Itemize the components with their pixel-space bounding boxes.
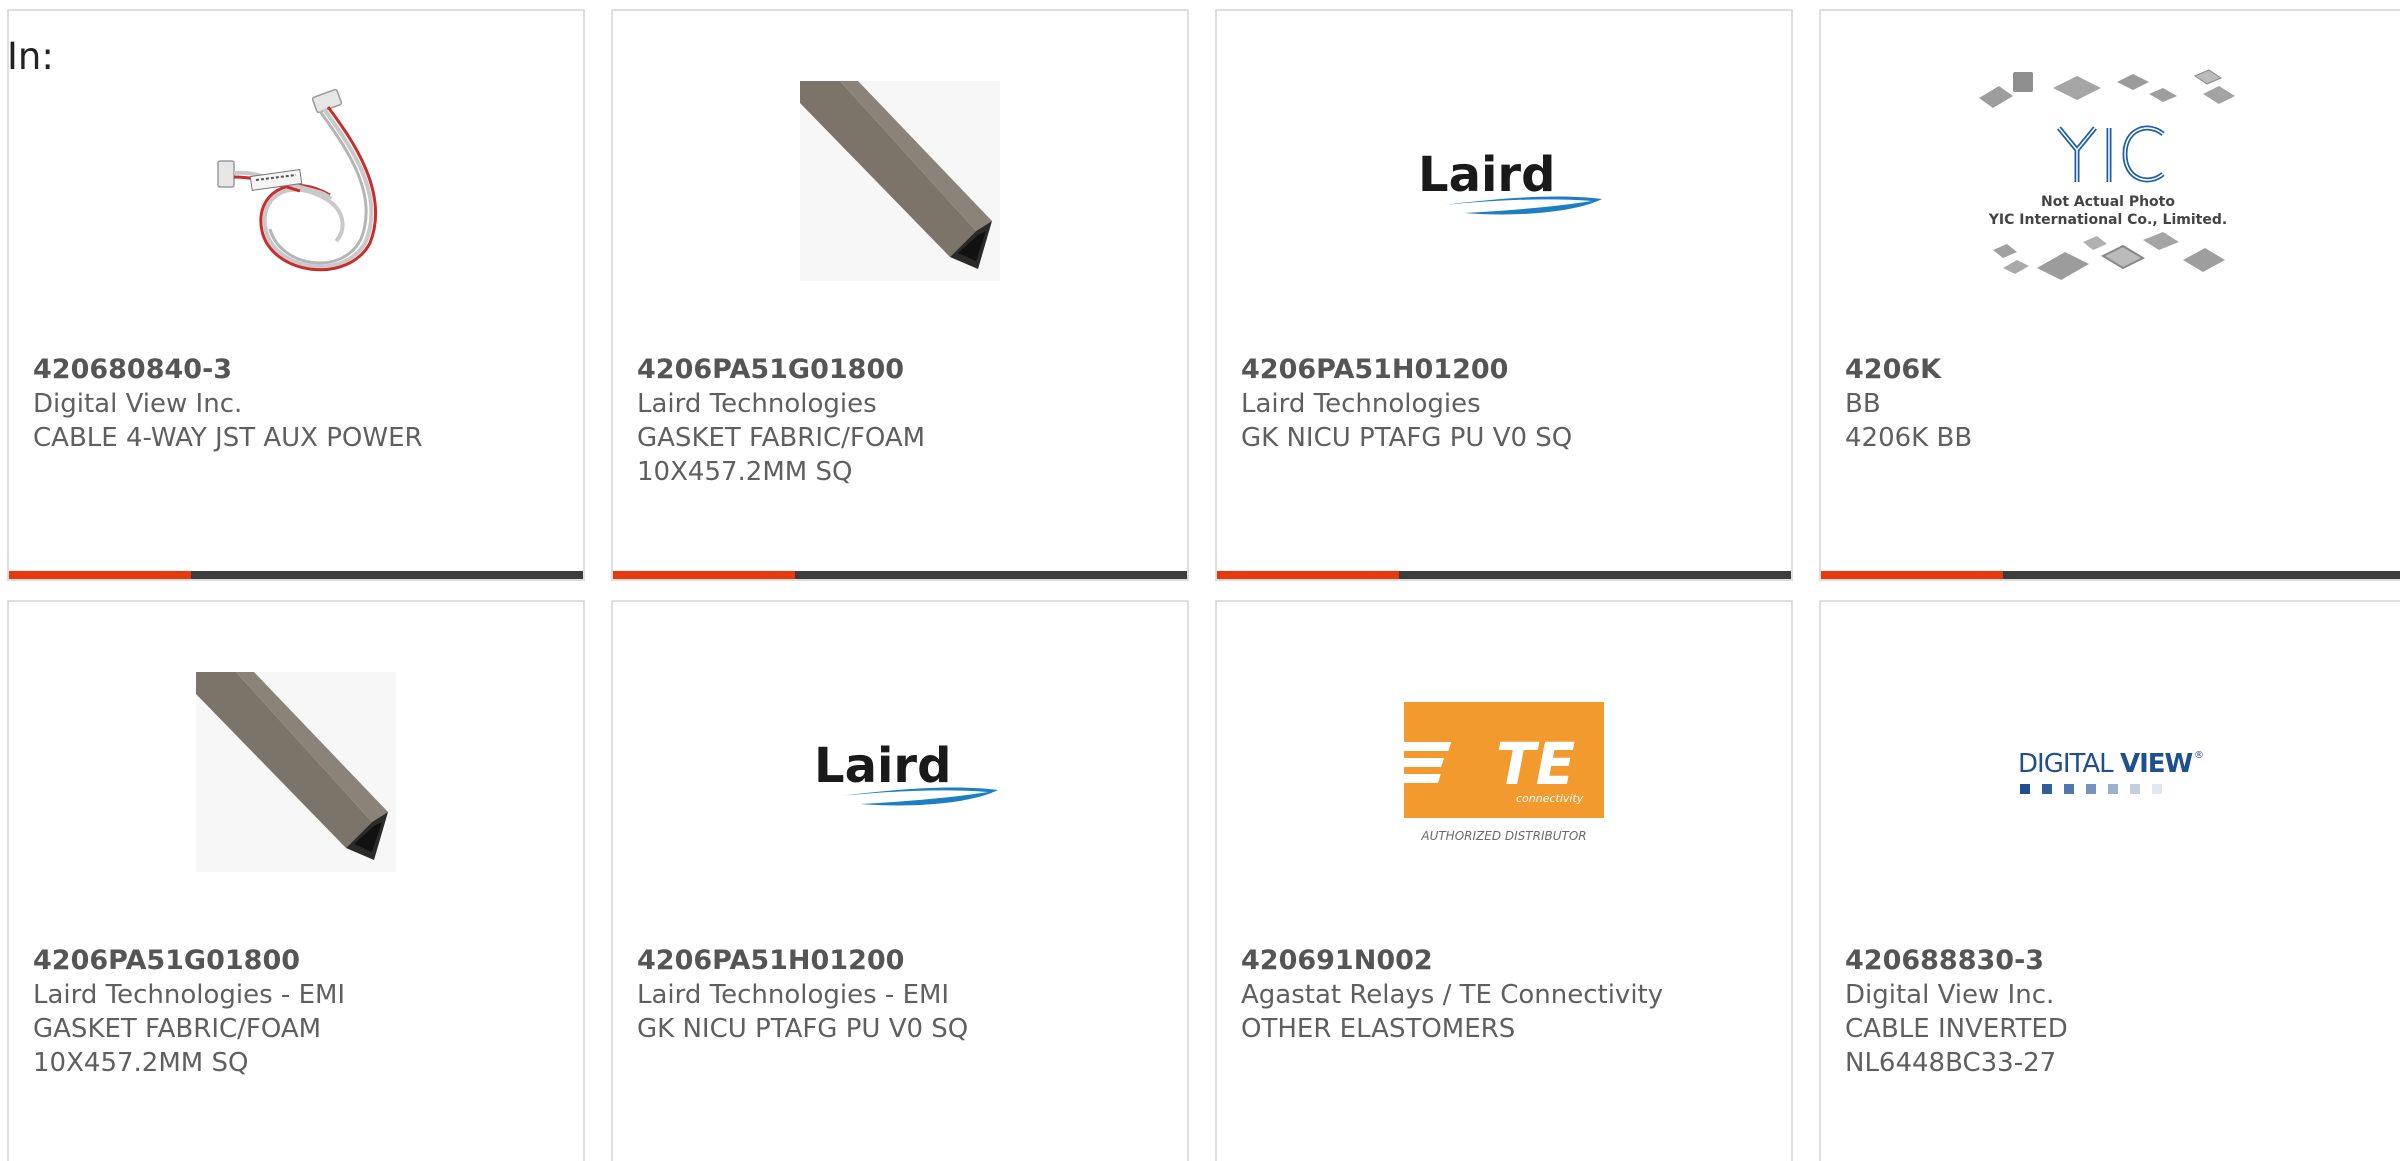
part-number[interactable]: 4206PA51H01200 [637,944,1097,978]
card-footer-accent [613,571,795,579]
product-info: 4206PA51G01800 Laird Technologies GASKET… [637,353,1097,489]
product-info: 4206PA51H01200 Laird Technologies GK NIC… [1241,353,1701,455]
product-image-gasket[interactable] [196,672,396,872]
card-footer-bar [613,571,1187,579]
product-card[interactable]: 4206PA51G01800 Laird Technologies GASKET… [611,9,1189,581]
placeholder-line2: YIC International Co., Limited. [1988,212,2227,228]
manufacturer: Laird Technologies [637,389,877,419]
laird-logo-icon[interactable]: Laird [1404,81,1604,281]
product-image-gasket[interactable] [800,81,1000,281]
part-number[interactable]: 4206PA51G01800 [33,944,493,978]
manufacturer: Laird Technologies - EMI [33,980,346,1010]
part-number[interactable]: 420680840-3 [33,353,493,387]
product-card[interactable]: 420680840-3 Digital View Inc. CABLE 4-WA… [7,9,585,581]
te-connectivity-logo-icon[interactable]: TE connectivity AUTHORIZED DISTRIBUTOR [1404,672,1604,872]
part-number[interactable]: 420688830-3 [1845,944,2305,978]
description: OTHER ELASTOMERS [1241,1014,1516,1044]
manufacturer: Digital View Inc. [33,389,243,419]
te-logo-sub: connectivity [1516,792,1584,805]
product-info: 4206PA51H01200 Laird Technologies - EMI … [637,944,1097,1046]
description: CABLE 4-WAY JST AUX POWER [33,423,423,453]
product-info: 420688830-3 Digital View Inc. CABLE INVE… [1845,944,2305,1080]
product-card[interactable]: DIGITAL VIEW ® 420688830-3 Digital View … [1819,600,2400,1161]
yic-placeholder-icon[interactable]: Not Actual Photo YIC International Co., … [1973,69,2243,281]
manufacturer: Laird Technologies - EMI [637,980,950,1010]
manufacturer: Agastat Relays / TE Connectivity [1241,980,1664,1010]
product-card[interactable]: TE connectivity AUTHORIZED DISTRIBUTOR 4… [1215,600,1793,1161]
laird-logo-text: Laird [814,738,951,794]
laird-logo-icon[interactable]: Laird [800,672,1000,872]
manufacturer: Digital View Inc. [1845,980,2055,1010]
product-info: 420680840-3 Digital View Inc. CABLE 4-WA… [33,353,493,455]
placeholder-line1: Not Actual Photo [2041,194,2175,210]
description: GASKET FABRIC/FOAM 10X457.2MM SQ [637,423,926,487]
part-number[interactable]: 4206PA51G01800 [637,353,1097,387]
card-footer-bar [1217,571,1791,579]
card-footer-bar [9,571,583,579]
in-label: In: [7,35,54,78]
product-info: 4206PA51G01800 Laird Technologies - EMI … [33,944,493,1080]
card-footer-accent [1821,571,2003,579]
laird-logo-text: Laird [1418,147,1555,203]
product-card[interactable]: 4206PA51G01800 Laird Technologies - EMI … [7,600,585,1161]
product-info: 4206K BB 4206K BB [1845,353,2305,455]
card-footer-bar [1821,571,2400,579]
product-card[interactable]: Laird 4206PA51H01200 Laird Technologies … [611,600,1189,1161]
digitalview-logo-mark: ® [2194,750,2204,761]
part-number[interactable]: 4206PA51H01200 [1241,353,1701,387]
digitalview-logo-icon[interactable]: DIGITAL VIEW ® [2008,672,2208,872]
digitalview-logo-a: DIGITAL [2018,749,2114,779]
manufacturer: Laird Technologies [1241,389,1481,419]
card-footer-accent [9,571,191,579]
te-logo-text: TE [1496,730,1575,798]
description: GK NICU PTAFG PU V0 SQ [1241,423,1573,453]
product-image-cable[interactable] [196,81,396,281]
part-number[interactable]: 420691N002 [1241,944,1701,978]
description: CABLE INVERTED NL6448BC33-27 [1845,1014,2068,1078]
description: GASKET FABRIC/FOAM 10X457.2MM SQ [33,1014,322,1078]
product-card[interactable]: Laird 4206PA51H01200 Laird Technologies … [1215,9,1793,581]
te-logo-caption: AUTHORIZED DISTRIBUTOR [1420,829,1586,843]
product-grid-page: In: 420680840-3 Digital View Inc. CABLE … [0,0,2400,1161]
card-footer-accent [1217,571,1399,579]
manufacturer: BB [1845,389,1881,419]
description: GK NICU PTAFG PU V0 SQ [637,1014,969,1044]
product-info: 420691N002 Agastat Relays / TE Connectiv… [1241,944,1701,1046]
digitalview-logo-b: VIEW [2120,749,2193,779]
part-number[interactable]: 4206K [1845,353,2305,387]
description: 4206K BB [1845,423,1973,453]
product-card[interactable]: Not Actual Photo YIC International Co., … [1819,9,2400,581]
